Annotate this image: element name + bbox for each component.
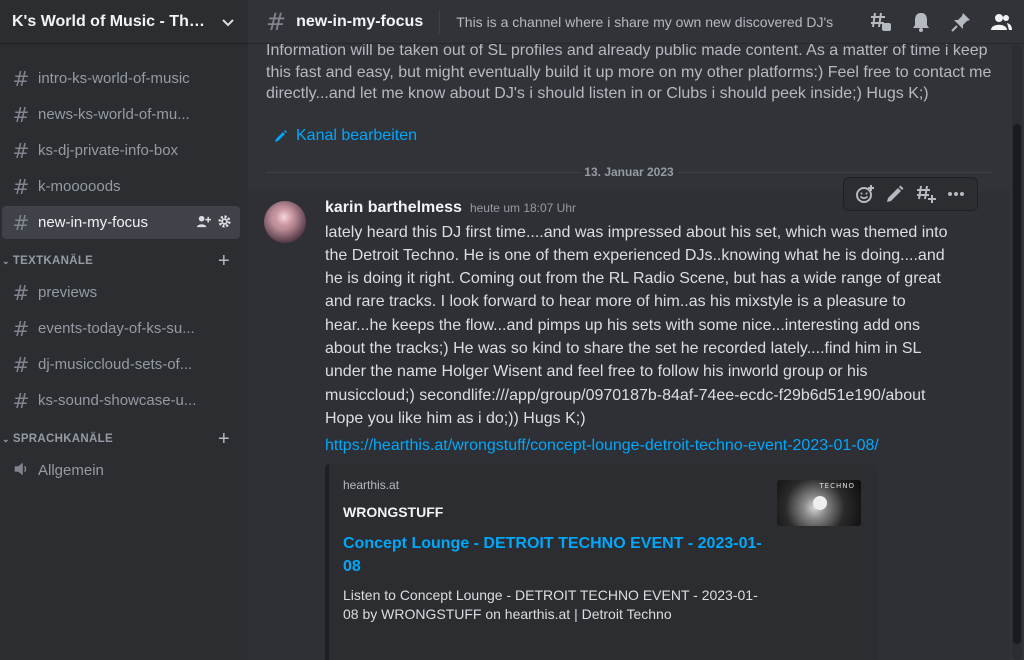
- server-header[interactable]: K's World of Music - The ...: [0, 0, 248, 44]
- hash-icon: #: [266, 7, 287, 36]
- hash-icon: #: [12, 66, 30, 91]
- plus-icon[interactable]: +: [218, 428, 230, 451]
- message-timestamp: heute um 18:07 Uhr: [469, 200, 577, 215]
- channel-header: # new-in-my-focus This is a channel wher…: [248, 0, 1024, 44]
- category-voice-channels[interactable]: ⌄ SPRACHKANÄLE +: [0, 427, 248, 451]
- sidebar-item-new-in-my-focus[interactable]: # new-in-my-focus: [2, 206, 240, 239]
- hash-icon: #: [12, 210, 30, 235]
- channel-label: news-ks-world-of-mu...: [38, 106, 190, 123]
- message-text: lately heard this DJ first time....and w…: [325, 223, 948, 427]
- embed-thumbnail[interactable]: TECHNO: [777, 480, 861, 527]
- category-label: SPRACHKANÄLE: [12, 433, 113, 445]
- chevron-down-icon: ⌄: [2, 255, 10, 266]
- channel-label: previews: [38, 284, 98, 301]
- gear-icon[interactable]: [217, 214, 232, 229]
- channel-label: ks-sound-showcase-u...: [38, 392, 197, 409]
- message-body: karin barthelmess heute um 18:07 Uhr lat…: [325, 199, 955, 660]
- hash-icon: #: [12, 316, 30, 341]
- add-member-icon[interactable]: [196, 214, 211, 229]
- message-list: Information will be taken out of SL prof…: [248, 44, 1010, 660]
- members-icon[interactable]: [990, 11, 1012, 33]
- sidebar-item-dj-musiccloud-sets[interactable]: # dj-musiccloud-sets-of...: [2, 348, 240, 381]
- channel-label: dj-musiccloud-sets-of...: [38, 356, 193, 373]
- bell-icon[interactable]: [910, 11, 932, 33]
- channel-label: new-in-my-focus: [38, 214, 149, 231]
- pin-icon[interactable]: [950, 11, 972, 33]
- channel-label: intro-ks-world-of-music: [38, 70, 190, 87]
- sidebar-item-ks-dj-private-info-box[interactable]: # ks-dj-private-info-box: [2, 134, 240, 167]
- add-reaction-icon[interactable]: [855, 184, 875, 204]
- link-embed: hearthis.at WRONGSTUFF Concept Lounge - …: [325, 464, 877, 660]
- embed-description: Listen to Concept Lounge - DETROIT TECHN…: [343, 587, 758, 623]
- edit-channel-label: Kanal bearbeiten: [296, 126, 417, 144]
- hash-icon: #: [12, 102, 30, 127]
- message-author[interactable]: karin barthelmess: [325, 199, 462, 217]
- more-icon[interactable]: [946, 184, 966, 204]
- hash-icon: #: [12, 388, 30, 413]
- message-actions-toolbar: [843, 176, 978, 211]
- play-icon: [813, 496, 827, 511]
- channel-label: events-today-of-ks-su...: [38, 320, 195, 337]
- scrollbar-thumb[interactable]: [1013, 124, 1021, 644]
- date-divider-label: 13. Januar 2023: [580, 164, 678, 179]
- threads-icon[interactable]: [870, 11, 892, 33]
- channel-label: Allgemein: [38, 462, 104, 479]
- sidebar-item-news-ks-world-of-music[interactable]: # news-ks-world-of-mu...: [2, 98, 240, 131]
- category-label: TEXTKANÄLE: [12, 255, 94, 267]
- sidebar-item-events-today[interactable]: # events-today-of-ks-su...: [2, 312, 240, 345]
- create-thread-icon[interactable]: [916, 184, 936, 204]
- message-link[interactable]: https://hearthis.at/wrongstuff/concept-l…: [325, 434, 955, 458]
- sidebar-item-ks-sound-showcase[interactable]: # ks-sound-showcase-u...: [2, 384, 240, 417]
- channel-intro-text: Information will be taken out of SL prof…: [266, 44, 992, 102]
- chevron-down-icon: [222, 18, 234, 26]
- hash-icon: #: [12, 280, 30, 305]
- channel-sidebar: K's World of Music - The ... # intro-ks-…: [0, 0, 248, 660]
- category-text-channels[interactable]: ⌄ TEXTKANÄLE +: [0, 249, 248, 273]
- pencil-icon[interactable]: [885, 184, 905, 204]
- avatar[interactable]: [264, 200, 306, 243]
- pencil-icon: [275, 129, 287, 142]
- sidebar-item-previews[interactable]: # previews: [2, 276, 240, 309]
- embed-title[interactable]: Concept Lounge - DETROIT TECHNO EVENT - …: [343, 532, 773, 578]
- divider: [439, 9, 441, 34]
- message[interactable]: karin barthelmess heute um 18:07 Uhr lat…: [248, 176, 1010, 660]
- sidebar-item-allgemein[interactable]: Allgemein: [2, 454, 240, 487]
- edit-channel-link[interactable]: Kanal bearbeiten: [274, 127, 1010, 145]
- sidebar-item-k-mooooods[interactable]: # k-mooooods: [2, 170, 240, 203]
- channel-title: new-in-my-focus: [296, 12, 424, 30]
- hash-icon: #: [12, 174, 30, 199]
- channel-topic[interactable]: This is a channel where i share my own n…: [456, 14, 836, 30]
- scrollbar[interactable]: [1012, 44, 1022, 660]
- channel-list: # intro-ks-world-of-music # news-ks-worl…: [0, 44, 248, 487]
- thumbnail-text: TECHNO: [819, 482, 855, 491]
- channel-label: ks-dj-private-info-box: [38, 142, 179, 159]
- sidebar-item-intro-ks-world-of-music[interactable]: # intro-ks-world-of-music: [2, 62, 240, 95]
- server-name: K's World of Music - The ...: [12, 12, 212, 30]
- main-panel: # new-in-my-focus This is a channel wher…: [248, 0, 1024, 660]
- hash-lock-icon: #: [12, 138, 30, 163]
- speaker-icon: [10, 459, 32, 483]
- chevron-down-icon: ⌄: [2, 433, 10, 444]
- hash-icon: #: [12, 352, 30, 377]
- plus-icon[interactable]: +: [218, 250, 230, 273]
- channel-label: k-mooooods: [38, 178, 121, 195]
